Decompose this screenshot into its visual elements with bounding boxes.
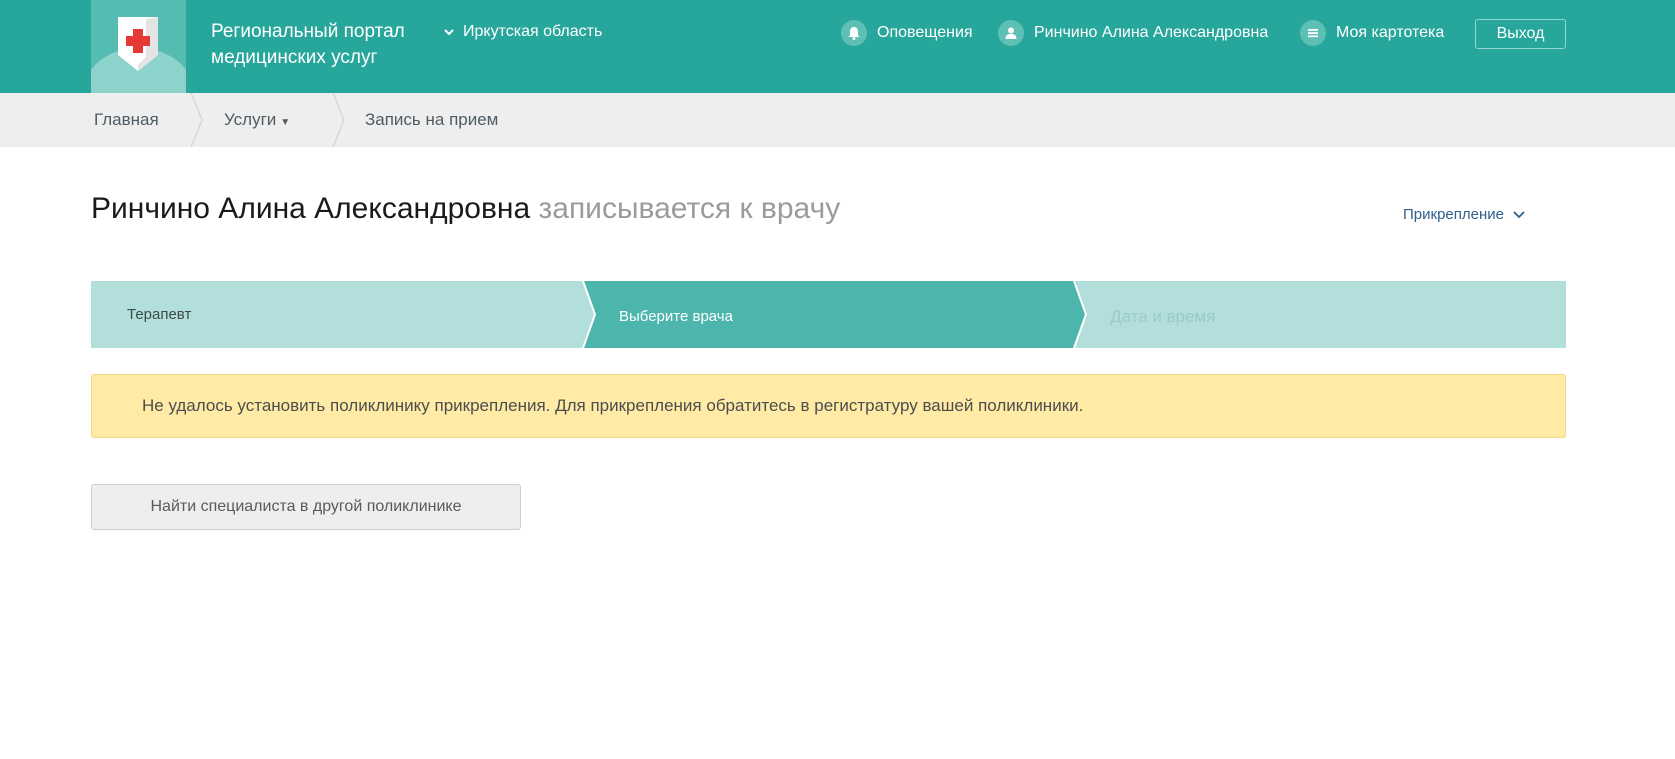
breadcrumb-separator <box>190 93 203 147</box>
breadcrumb-appointment: Запись на прием <box>365 110 499 129</box>
caret-down-icon: ▼ <box>280 117 291 128</box>
find-specialist-other-clinic-button[interactable]: Найти специалиста в другой поликлинике <box>91 484 521 530</box>
my-record-label: Моя картотека <box>1336 24 1445 41</box>
region-label: Иркутская область <box>463 23 603 40</box>
my-record-link[interactable]: Моя картотека <box>1300 20 1444 46</box>
logout-button[interactable]: Выход <box>1475 19 1566 49</box>
alert-text: Не удалось установить поликлинику прикре… <box>142 396 1084 415</box>
breadcrumb-services-label: Услуги <box>224 110 277 129</box>
notifications-link[interactable]: Оповещения <box>841 20 973 46</box>
attachment-label: Прикрепление <box>1403 206 1504 223</box>
page-title: Ринчино Алина Александровна записывается… <box>91 192 840 226</box>
breadcrumb-services[interactable]: Услуги ▼ <box>224 110 290 130</box>
medical-shield-icon <box>118 17 158 71</box>
portal-title[interactable]: Региональный портал медицинских услуг <box>211 19 441 71</box>
booking-steps: Терапевт Выберите врача Дата и время <box>91 281 1566 348</box>
menu-list-icon <box>1300 20 1326 46</box>
user-profile-link[interactable]: Ринчино Алина Александровна <box>998 20 1268 46</box>
top-header: Региональный портал медицинских услуг Ир… <box>0 0 1675 93</box>
steps-background <box>91 281 1566 348</box>
breadcrumb-home[interactable]: Главная <box>94 110 159 130</box>
patient-name: Ринчино Алина Александровна <box>91 192 531 225</box>
attachment-dropdown[interactable]: Прикрепление <box>1403 206 1526 223</box>
notifications-label: Оповещения <box>877 24 973 41</box>
chevron-down-icon <box>1513 210 1525 218</box>
step-therapist[interactable]: Терапевт <box>127 281 191 348</box>
step-date-time: Дата и время <box>1110 306 1216 326</box>
region-selector[interactable]: Иркутская область <box>443 23 602 41</box>
user-icon <box>998 20 1024 46</box>
chevron-down-icon <box>444 29 454 36</box>
bell-icon <box>841 20 867 46</box>
portal-logo[interactable] <box>91 0 186 93</box>
page-title-suffix: записывается к врачу <box>538 192 841 225</box>
breadcrumb: Главная Услуги ▼ Запись на прием <box>0 93 1675 147</box>
breadcrumb-separator <box>332 93 345 147</box>
step-choose-doctor[interactable]: Выберите врача <box>619 283 733 350</box>
user-name: Ринчино Алина Александровна <box>1034 24 1269 41</box>
warning-alert: Не удалось установить поликлинику прикре… <box>91 374 1566 438</box>
